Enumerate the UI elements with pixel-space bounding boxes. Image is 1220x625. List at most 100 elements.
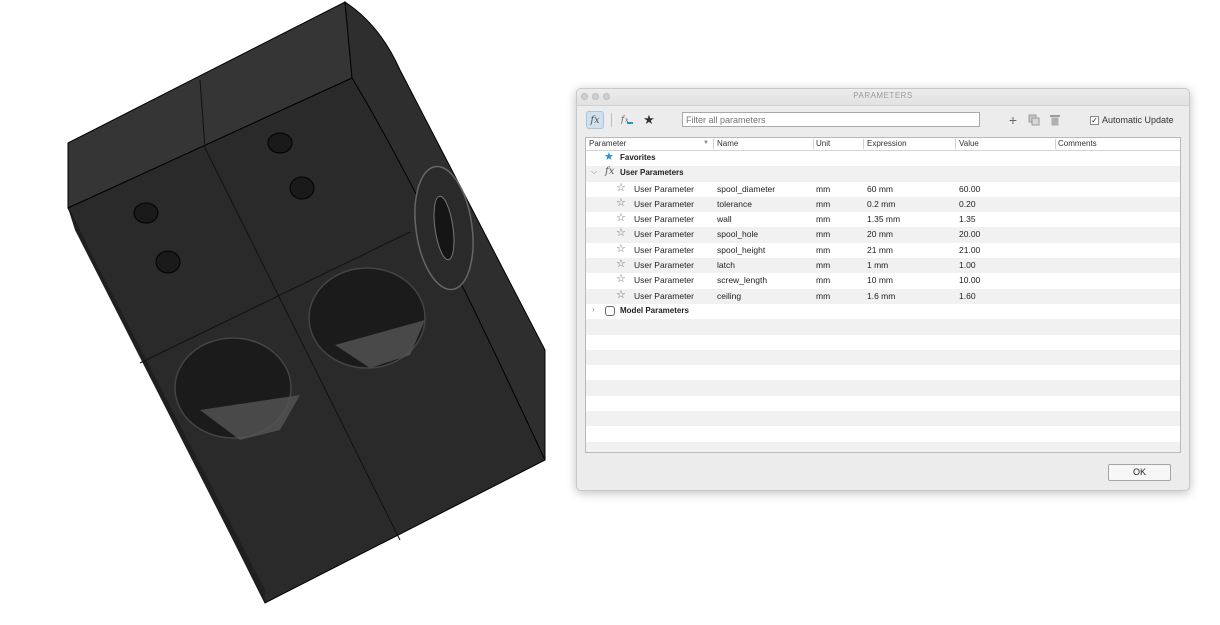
parameter-unit[interactable]: mm xyxy=(816,275,830,285)
parameter-name[interactable]: spool_diameter xyxy=(717,184,775,194)
part-model xyxy=(67,1,546,604)
empty-row xyxy=(586,426,1180,441)
favorites-group-row[interactable]: ★ Favorites xyxy=(586,151,1180,166)
column-unit[interactable]: Unit xyxy=(816,139,830,148)
table-row[interactable]: ☆ User Parameter screw_length mm 10 mm 10.00 xyxy=(586,273,1180,288)
parameter-unit[interactable]: mm xyxy=(816,214,830,224)
parameter-name[interactable]: spool_height xyxy=(717,245,765,255)
delete-icon[interactable] xyxy=(1046,111,1064,129)
automatic-update-checkbox[interactable]: ✓ xyxy=(1090,115,1099,125)
empty-row xyxy=(586,396,1180,411)
parameter-expression[interactable]: 21 mm xyxy=(867,245,893,255)
parameter-value: 1.00 xyxy=(959,260,976,271)
table-row[interactable]: ☆ User Parameter tolerance mm 0.2 mm 0.20 xyxy=(586,196,1180,213)
parameter-type: User Parameter xyxy=(634,198,694,209)
parameter-value: 1.35 xyxy=(959,214,976,225)
parameter-value: 20.00 xyxy=(959,229,981,240)
empty-row xyxy=(586,411,1180,427)
parameter-value: 10.00 xyxy=(959,275,981,286)
user-parameters-group-row[interactable]: ⌵ fx User Parameters xyxy=(586,166,1180,182)
toolbar-separator xyxy=(611,113,612,127)
automatic-update-label: Automatic Update xyxy=(1102,115,1174,125)
parameter-type: User Parameter xyxy=(634,183,694,194)
parameter-value: 60.00 xyxy=(959,183,981,194)
table-row[interactable]: ☆ User Parameter spool_height mm 21 mm 21.00 xyxy=(586,243,1180,258)
empty-row xyxy=(586,365,1180,380)
fx-change-icon[interactable]: f x xyxy=(618,111,636,129)
table-header: Parameter ▼ Name Unit Expression Value C… xyxy=(586,138,1180,151)
component-icon xyxy=(605,305,615,316)
column-expression[interactable]: Expression xyxy=(867,139,907,148)
parameter-value: 0.20 xyxy=(959,198,976,209)
column-parameter[interactable]: Parameter xyxy=(589,139,626,148)
parameter-type: User Parameter xyxy=(634,290,694,301)
parameter-expression[interactable]: 10 mm xyxy=(867,275,893,285)
copy-icon[interactable] xyxy=(1025,111,1043,129)
ok-button[interactable]: OK xyxy=(1108,464,1171,481)
empty-row xyxy=(586,319,1180,335)
automatic-update-toggle[interactable]: ✓ Automatic Update xyxy=(1090,115,1174,125)
fx-icon[interactable]: fx xyxy=(586,111,604,129)
parameter-unit[interactable]: mm xyxy=(816,199,830,209)
parameter-unit[interactable]: mm xyxy=(816,184,830,194)
user-parameters-fx-icon: fx xyxy=(605,166,615,178)
parameter-name[interactable]: wall xyxy=(717,214,732,224)
dialog-title: PARAMETERS xyxy=(853,91,913,100)
parameter-unit[interactable]: mm xyxy=(816,291,830,301)
empty-row xyxy=(586,349,1180,366)
collapse-chevron-icon[interactable]: ⌵ xyxy=(591,167,597,177)
parameter-type: User Parameter xyxy=(634,244,694,255)
favorite-toggle-icon[interactable]: ☆ xyxy=(616,289,626,302)
column-name[interactable]: Name xyxy=(717,139,738,148)
model-viewport[interactable] xyxy=(0,0,570,625)
parameter-unit[interactable]: mm xyxy=(816,260,830,270)
parameter-expression[interactable]: 60 mm xyxy=(867,184,893,194)
favorite-toggle-icon[interactable]: ☆ xyxy=(616,273,626,286)
parameter-value: 1.60 xyxy=(959,290,976,301)
sort-chevron-icon[interactable]: ▼ xyxy=(703,140,709,146)
expand-chevron-icon[interactable]: › xyxy=(592,305,595,314)
favorite-star-icon[interactable]: ★ xyxy=(640,111,658,129)
parameters-dialog: PARAMETERS fx f x ★ + ✓ Automatic Update xyxy=(576,88,1190,491)
parameter-name[interactable]: spool_hole xyxy=(717,229,758,239)
parameter-type: User Parameter xyxy=(634,229,694,240)
empty-row xyxy=(586,441,1180,452)
add-icon[interactable]: + xyxy=(1004,111,1022,129)
favorite-toggle-icon[interactable]: ☆ xyxy=(616,212,626,225)
table-row[interactable]: ☆ User Parameter latch mm 1 mm 1.00 xyxy=(586,258,1180,274)
column-value[interactable]: Value xyxy=(959,139,979,148)
parameter-unit[interactable]: mm xyxy=(816,245,830,255)
parameter-expression[interactable]: 1.35 mm xyxy=(867,214,900,224)
favorite-toggle-icon[interactable]: ☆ xyxy=(616,182,626,195)
favorites-star-icon: ★ xyxy=(604,151,614,163)
table-row[interactable]: ☆ User Parameter wall mm 1.35 mm 1.35 xyxy=(586,212,1180,227)
favorite-toggle-icon[interactable]: ☆ xyxy=(616,227,626,240)
table-row[interactable]: ☆ User Parameter ceiling mm 1.6 mm 1.60 xyxy=(586,288,1180,304)
parameter-type: User Parameter xyxy=(634,260,694,271)
empty-row xyxy=(586,335,1180,350)
parameter-expression[interactable]: 1 mm xyxy=(867,260,888,270)
parameter-type: User Parameter xyxy=(634,275,694,286)
favorite-toggle-icon[interactable]: ☆ xyxy=(616,258,626,271)
toolbar: fx f x ★ + ✓ Automatic Update xyxy=(577,107,1189,135)
favorite-toggle-icon[interactable]: ☆ xyxy=(616,197,626,210)
parameter-expression[interactable]: 1.6 mm xyxy=(867,291,895,301)
model-parameters-group-row[interactable]: › Model Parameters xyxy=(586,304,1180,319)
title-bar: PARAMETERS xyxy=(577,89,1189,106)
parameter-name[interactable]: tolerance xyxy=(717,199,752,209)
parameter-name[interactable]: screw_length xyxy=(717,275,767,285)
parameter-name[interactable]: latch xyxy=(717,260,735,270)
parameter-name[interactable]: ceiling xyxy=(717,291,741,301)
column-comments[interactable]: Comments xyxy=(1058,139,1097,148)
parameter-value: 21.00 xyxy=(959,244,981,255)
parameter-expression[interactable]: 20 mm xyxy=(867,229,893,239)
parameter-expression[interactable]: 0.2 mm xyxy=(867,199,895,209)
parameters-table: Parameter ▼ Name Unit Expression Value C… xyxy=(585,137,1181,453)
parameter-type: User Parameter xyxy=(634,214,694,225)
empty-row xyxy=(586,380,1180,396)
filter-input[interactable] xyxy=(682,112,980,127)
favorite-toggle-icon[interactable]: ☆ xyxy=(616,243,626,256)
table-row[interactable]: ☆ User Parameter spool_diameter mm 60 mm 60.0… xyxy=(586,182,1180,197)
table-row[interactable]: ☆ User Parameter spool_hole mm 20 mm 20.00 xyxy=(586,227,1180,243)
parameter-unit[interactable]: mm xyxy=(816,229,830,239)
